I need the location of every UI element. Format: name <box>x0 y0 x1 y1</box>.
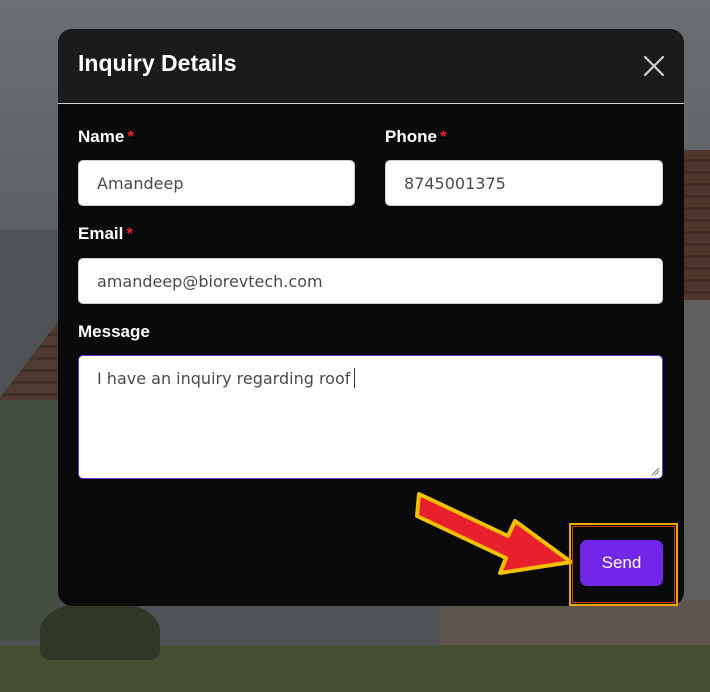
email-field[interactable]: amandeep@biorevtech.com <box>78 258 663 304</box>
required-mark: * <box>439 127 447 146</box>
message-label: Message <box>78 322 150 341</box>
text-caret <box>354 368 356 388</box>
required-mark: * <box>126 224 133 243</box>
message-textarea[interactable]: I have an inquiry regarding roof <box>78 355 663 479</box>
modal-header: Inquiry Details <box>58 29 684 104</box>
inquiry-modal: Inquiry Details Name * Amandeep Phone * 87… <box>58 29 684 606</box>
red-arrow-icon <box>415 492 573 575</box>
close-icon[interactable] <box>642 54 666 78</box>
required-mark: * <box>127 127 134 146</box>
send-button[interactable]: Send <box>580 540 663 586</box>
name-field[interactable]: Amandeep <box>78 160 355 206</box>
name-label: Name * <box>78 127 134 146</box>
email-label: Email * <box>78 224 133 243</box>
phone-field[interactable]: 8745001375 <box>385 160 663 206</box>
phone-label: Phone * <box>385 127 447 146</box>
resize-grip-icon[interactable] <box>651 467 660 476</box>
modal-title: Inquiry Details <box>78 50 237 76</box>
